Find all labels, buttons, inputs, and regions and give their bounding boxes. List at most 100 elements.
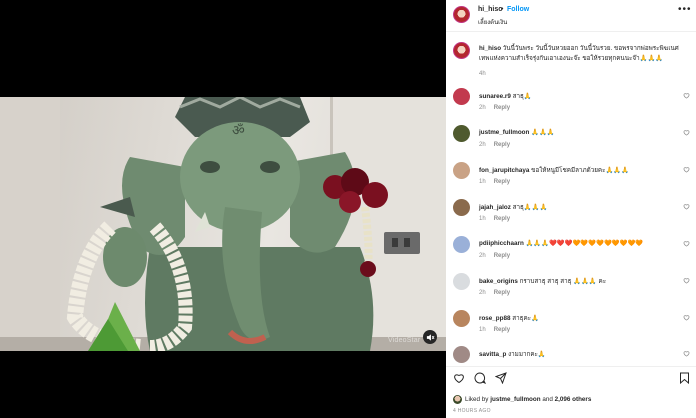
comment-row: rose_pp88 สาธุคะ🙏 1h Reply — [446, 310, 696, 346]
comment-text: bake_origins กราบสาธุ สาธุ สาธุ 🙏🙏🙏 คะ — [479, 276, 606, 286]
commenter-avatar[interactable] — [453, 162, 470, 179]
comment-text: pdiiphicchaarn 🙏🙏🙏❤️❤️❤️🧡🧡🧡🧡🧡🧡🧡🧡🧡 — [479, 239, 643, 247]
share-icon[interactable] — [495, 372, 507, 384]
comment-body: ขอให้หนูมีโชคมีลาภด้วยคะ🙏🙏🙏 — [531, 167, 630, 174]
comment-time: 2h — [479, 253, 486, 259]
comment-meta: 1h Reply — [479, 327, 518, 333]
commenter-avatar[interactable] — [453, 236, 470, 253]
likes-others-link[interactable]: 2,096 others — [555, 396, 592, 403]
commenter-username[interactable]: sunaree.r9 — [479, 93, 511, 100]
reply-button[interactable]: Reply — [494, 253, 510, 259]
volume-muted-icon — [426, 333, 434, 341]
commenter-username[interactable]: bake_origins — [479, 278, 518, 285]
commenter-avatar[interactable] — [453, 273, 470, 290]
liker-avatar[interactable] — [453, 395, 462, 404]
comment-like-heart-icon[interactable] — [683, 314, 690, 321]
caption-avatar[interactable] — [453, 42, 470, 59]
caption-username[interactable]: hi_hiso — [479, 45, 501, 52]
bookmark-icon[interactable] — [679, 372, 690, 384]
comment-text: justme_fullmoon 🙏🙏🙏 — [479, 128, 555, 136]
follow-button[interactable]: Follow — [507, 6, 529, 13]
comment-meta: 2h Reply — [479, 142, 518, 148]
reply-button[interactable]: Reply — [494, 327, 510, 333]
comment-text: rose_pp88 สาธุคะ🙏 — [479, 313, 539, 323]
comment-body: สาธุคะ🙏 — [512, 315, 539, 322]
ganesha-video[interactable]: ॐ — [0, 97, 446, 351]
comment-text: jajah_jaloz สาธุ🙏🙏🙏 — [479, 202, 547, 212]
likes-prefix: Liked by — [465, 396, 489, 404]
comment-meta: 2h Reply — [479, 290, 518, 296]
header-separator: • — [501, 6, 504, 13]
commenter-avatar[interactable] — [453, 199, 470, 216]
commenter-username[interactable]: pdiiphicchaarn — [479, 240, 524, 247]
power-outlet — [384, 232, 420, 254]
comment-like-heart-icon[interactable] — [683, 129, 690, 136]
comment-like-heart-icon[interactable] — [683, 277, 690, 284]
comment-row: bake_origins กราบสาธุ สาธุ สาธุ 🙏🙏🙏 คะ 2h… — [446, 273, 696, 309]
comment-body: 🙏🙏🙏 — [531, 129, 555, 136]
comment-time: 1h — [479, 327, 486, 333]
post-header: hi_hiso • Follow เลี้ยงต้นเงิน ••• — [446, 0, 696, 32]
post-media[interactable]: ॐ VideoStar — [0, 0, 446, 418]
comment-text: savitta_p งามมากคะ🙏 — [479, 349, 546, 359]
comment-meta: 1h Reply — [479, 179, 518, 185]
comment-body: สาธุ🙏 — [512, 93, 532, 100]
reply-button[interactable]: Reply — [494, 179, 510, 185]
heart-icon[interactable] — [453, 372, 465, 384]
comment-text: sunaree.r9 สาธุ🙏 — [479, 91, 532, 101]
comment-row: jajah_jaloz สาธุ🙏🙏🙏 1h Reply — [446, 199, 696, 235]
caption-body: วันนี้วันพระ วันนี้วันหวยออก วันนี้วันรว… — [479, 45, 679, 62]
comment-time: 1h — [479, 216, 486, 222]
comment-time: 2h — [479, 290, 486, 296]
reply-button[interactable]: Reply — [494, 290, 510, 296]
commenter-username[interactable]: jajah_jaloz — [479, 204, 511, 211]
author-avatar[interactable] — [453, 6, 470, 23]
comment-body: งามมากคะ🙏 — [508, 351, 546, 358]
comment-like-heart-icon[interactable] — [683, 166, 690, 173]
caption-text: hi_hiso วันนี้วันพระ วันนี้วันหวยออก วัน… — [479, 44, 689, 64]
comment-row: justme_fullmoon 🙏🙏🙏 2h Reply — [446, 125, 696, 161]
commenter-username[interactable]: justme_fullmoon — [479, 129, 529, 136]
ganesha-statue-illustration: ॐ — [0, 97, 446, 351]
author-username[interactable]: hi_hiso — [478, 6, 503, 13]
post-side-panel: hi_hiso • Follow เลี้ยงต้นเงิน ••• hi_hi… — [446, 0, 696, 418]
mute-button[interactable] — [423, 330, 437, 344]
reply-button[interactable]: Reply — [494, 142, 510, 148]
caption-time: 4h — [479, 71, 486, 77]
more-horizontal-icon[interactable]: ••• — [678, 5, 692, 15]
likes-and: and — [542, 396, 553, 404]
comment-time: 2h — [479, 142, 486, 148]
comment-row: pdiiphicchaarn 🙏🙏🙏❤️❤️❤️🧡🧡🧡🧡🧡🧡🧡🧡🧡 2h Reply — [446, 236, 696, 272]
comment-time: 1h — [479, 179, 486, 185]
comment-row: sunaree.r9 สาธุ🙏 2h Reply — [446, 88, 696, 124]
commenter-avatar[interactable] — [453, 88, 470, 105]
comment-body: สาธุ🙏🙏🙏 — [512, 204, 548, 211]
comment-like-heart-icon[interactable] — [683, 240, 690, 247]
comment-meta: 2h Reply — [479, 253, 518, 259]
comment-like-heart-icon[interactable] — [683, 203, 690, 210]
author-subtitle: เลี้ยงต้นเงิน — [478, 20, 508, 26]
comment-meta: 2h Reply — [479, 105, 518, 111]
comment-meta: 1h Reply — [479, 216, 518, 222]
commenter-avatar[interactable] — [453, 310, 470, 327]
commenter-username[interactable]: fon_jarupitchaya — [479, 167, 529, 174]
likes-summary: Liked by justme_fullmoon and 2,096 other… — [453, 395, 591, 404]
svg-text:ॐ: ॐ — [232, 123, 245, 139]
comment-icon[interactable] — [474, 372, 486, 384]
post-actions: Liked by justme_fullmoon and 2,096 other… — [446, 366, 696, 418]
comment-row: fon_jarupitchaya ขอให้หนูมีโชคมีลาภด้วยค… — [446, 162, 696, 198]
comment-body: 🙏🙏🙏❤️❤️❤️🧡🧡🧡🧡🧡🧡🧡🧡🧡 — [525, 240, 644, 247]
comment-like-heart-icon[interactable] — [683, 350, 690, 357]
comment-text: fon_jarupitchaya ขอให้หนูมีโชคมีลาภด้วยค… — [479, 165, 629, 175]
reply-button[interactable]: Reply — [494, 105, 510, 111]
commenter-avatar[interactable] — [453, 346, 470, 363]
commenter-username[interactable]: savitta_p — [479, 351, 506, 358]
post-date: 4 HOURS AGO — [453, 408, 491, 414]
comment-time: 2h — [479, 105, 486, 111]
commenter-username[interactable]: rose_pp88 — [479, 315, 511, 322]
video-watermark: VideoStar — [388, 337, 421, 344]
commenter-avatar[interactable] — [453, 125, 470, 142]
liker-username[interactable]: justme_fullmoon — [490, 396, 540, 403]
reply-button[interactable]: Reply — [494, 216, 510, 222]
comment-like-heart-icon[interactable] — [683, 92, 690, 99]
